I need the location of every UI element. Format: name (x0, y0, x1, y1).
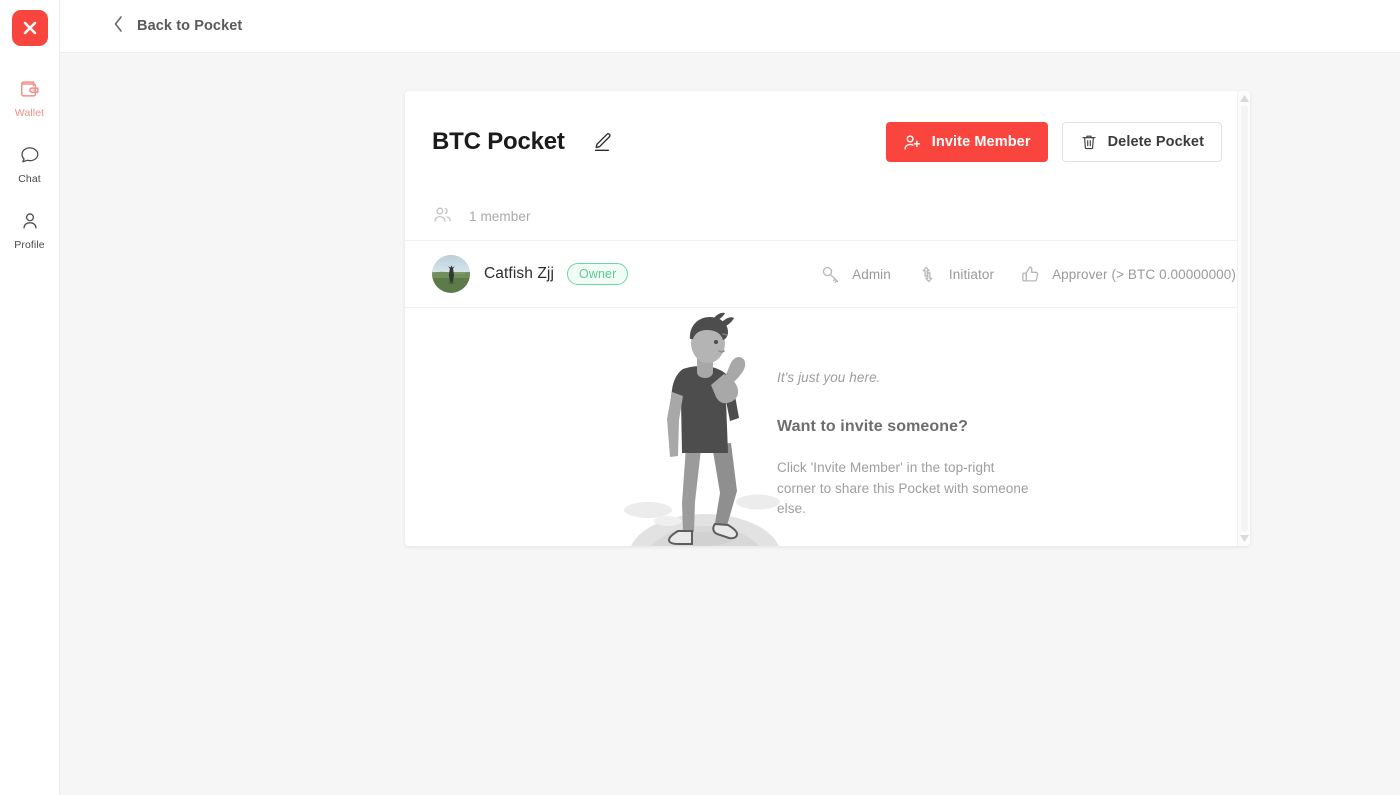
invite-member-label: Invite Member (931, 134, 1031, 150)
role-approver[interactable]: Approver (> BTC 0.00000000) (1020, 264, 1236, 285)
role-label: Initiator (948, 266, 995, 282)
status-badge: Owner (567, 263, 629, 285)
table-row: Catfish Zjj Owner Admin Initiator Approv… (405, 241, 1250, 308)
chat-icon (19, 142, 41, 168)
key-icon (820, 264, 841, 285)
sidebar-item-chat[interactable]: Chat (0, 142, 60, 198)
empty-state-heading: Want to invite someone? (777, 418, 969, 435)
content-area: BTC Pocket Invite Member Delete Pocket 1… (60, 53, 1400, 795)
sidebar-item-profile[interactable]: Profile (0, 208, 60, 264)
delete-pocket-button[interactable]: Delete Pocket (1061, 122, 1222, 162)
member-name: Catfish Zjj (484, 265, 555, 282)
main-area: Back to Pocket BTC Pocket Invite Member … (60, 0, 1400, 795)
app-root: Wallet Chat Profile Back to Pocket BTC P… (0, 0, 1400, 795)
back-to-pocket-button[interactable]: Back to Pocket (112, 15, 242, 38)
role-admin[interactable]: Admin (820, 264, 891, 285)
trash-icon (1080, 133, 1098, 151)
sidebar-item-label: Chat (18, 173, 41, 185)
role-label: Admin (852, 266, 891, 282)
wallet-icon (19, 76, 41, 102)
person-standing-on-hill-illustration (620, 312, 790, 546)
sidebar: Wallet Chat Profile (0, 0, 60, 795)
chevron-left-icon (112, 15, 125, 38)
thumbs-up-icon (1020, 264, 1041, 285)
empty-state: It's just you here. Want to invite someo… (405, 308, 1250, 546)
empty-state-text: It's just you here. Want to invite someo… (777, 370, 1037, 520)
back-to-pocket-label: Back to Pocket (137, 18, 243, 34)
page-title: BTC Pocket (432, 128, 565, 155)
member-count-row: 1 member (405, 193, 1250, 241)
pencil-edit-icon[interactable] (588, 128, 616, 156)
x-logo-icon[interactable] (11, 10, 48, 46)
scrollbar-thumb[interactable] (1240, 105, 1248, 532)
empty-state-body: Click 'Invite Member' in the top-right c… (777, 460, 1029, 516)
profile-icon (19, 208, 41, 234)
pocket-detail-card: BTC Pocket Invite Member Delete Pocket 1… (405, 91, 1250, 546)
person-plus-icon (903, 133, 922, 152)
scroll-down-arrow-icon[interactable] (1239, 535, 1249, 542)
delete-pocket-label: Delete Pocket (1107, 134, 1204, 150)
scroll-up-arrow-icon[interactable] (1239, 95, 1249, 102)
avatar[interactable] (432, 255, 470, 293)
empty-state-kicker: It's just you here. (777, 370, 881, 385)
users-group-icon (432, 204, 453, 230)
role-initiator[interactable]: Initiator (917, 264, 994, 285)
member-count-label: 1 member (469, 209, 531, 224)
card-header: BTC Pocket Invite Member Delete Pocket (405, 91, 1250, 193)
topbar: Back to Pocket (60, 0, 1400, 53)
sidebar-item-wallet[interactable]: Wallet (0, 76, 60, 132)
arrows-up-down-icon (917, 264, 938, 285)
role-label: Approver (> BTC 0.00000000) (1052, 266, 1236, 282)
scrollbar[interactable] (1237, 91, 1250, 546)
sidebar-item-label: Profile (14, 239, 45, 251)
member-roles: Admin Initiator Approver (> BTC 0.000000… (820, 264, 1236, 285)
invite-member-button[interactable]: Invite Member (885, 122, 1048, 162)
sidebar-item-label: Wallet (14, 107, 45, 119)
